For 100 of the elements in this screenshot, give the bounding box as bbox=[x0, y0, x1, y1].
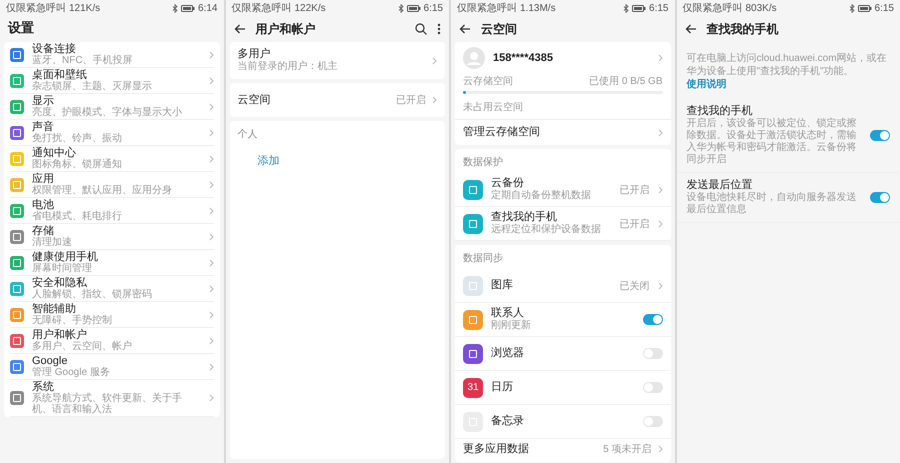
item-subtitle: 免打扰、铃声、振动 bbox=[32, 133, 123, 144]
item-subtitle: 远程定位和保护设备数据 bbox=[491, 224, 602, 236]
network-speed: 122K/s bbox=[294, 2, 326, 14]
item-status: 5 项未开启 bbox=[603, 442, 652, 456]
item-title: 设备连接 bbox=[32, 43, 77, 55]
search-icon[interactable] bbox=[415, 23, 427, 35]
item-subtitle: 定期自动备份整机数据 bbox=[491, 190, 592, 202]
screen-title: 查找我的手机 bbox=[706, 20, 778, 38]
settings-item[interactable]: 通知中心 图标角标、锁屏通知 bbox=[10, 146, 214, 172]
screen-title: 设置 bbox=[6, 19, 35, 37]
item-subtitle: 省电模式、耗电排行 bbox=[32, 211, 123, 222]
toggle-switch[interactable] bbox=[642, 416, 662, 427]
cloud-item[interactable]: 云空间 已开启 bbox=[230, 83, 445, 117]
item-subtitle: 刚刚更新 bbox=[491, 320, 532, 332]
settings-item[interactable]: 健康使用手机 屏幕时间管理 bbox=[10, 250, 214, 276]
clock-time: 6:15 bbox=[874, 2, 894, 14]
multi-user-item[interactable]: 多用户 当前登录的用户：机主 bbox=[230, 42, 445, 79]
chevron-icon bbox=[658, 282, 662, 290]
item-title: 云备份 bbox=[491, 177, 525, 190]
item-title: 查找我的手机 bbox=[491, 211, 558, 224]
clock-time: 6:15 bbox=[424, 2, 443, 14]
chevron-icon bbox=[658, 220, 662, 228]
sync-item[interactable]: 图库 已关闭 bbox=[455, 269, 670, 303]
settings-item[interactable]: 应用 权限管理、默认应用、应用分身 bbox=[10, 172, 214, 198]
storage-label: 云存储空间 bbox=[463, 76, 514, 88]
settings-item[interactable]: 设备连接 蓝牙、NFC、手机投屏 bbox=[10, 42, 214, 68]
item-title: 浏览器 bbox=[491, 347, 525, 360]
storage-legend: 未占用云空间 bbox=[463, 102, 523, 113]
settings-item[interactable]: 安全和隐私 人脸解锁、指纹、锁屏密码 bbox=[10, 276, 214, 302]
item-status: 已关闭 bbox=[620, 280, 650, 292]
avatar-icon bbox=[463, 47, 485, 69]
chevron-icon bbox=[658, 54, 662, 62]
item-subtitle: 蓝牙、NFC、手机投屏 bbox=[32, 55, 134, 66]
back-arrow-icon[interactable] bbox=[234, 24, 246, 34]
settings-item[interactable]: 显示 亮度、护眼模式、字体与显示大小 bbox=[10, 94, 214, 120]
item-title: 系统 bbox=[32, 381, 55, 393]
item-title: 用户和帐户 bbox=[32, 329, 87, 341]
item-subtitle: 人脸解锁、指纹、锁屏密码 bbox=[32, 289, 153, 300]
settings-item[interactable]: 系统 系统导航方式、软件更新、关于手机、语言和输入法 bbox=[10, 380, 214, 417]
item-title: 图库 bbox=[491, 279, 514, 292]
network-speed: 803K/s bbox=[746, 2, 777, 14]
settings-item[interactable]: 存储 清理加速 bbox=[10, 224, 214, 250]
storage-usage: 已使用 0 B/5 GB bbox=[589, 76, 662, 88]
item-status: 已开启 bbox=[620, 218, 650, 230]
item-title: 发送最后位置 bbox=[686, 179, 754, 192]
sync-item[interactable]: 31 日历 bbox=[455, 371, 670, 405]
toggle-switch[interactable] bbox=[642, 382, 662, 393]
toggle-switch[interactable] bbox=[642, 314, 662, 325]
chevron-icon bbox=[658, 445, 662, 453]
chevron-icon bbox=[208, 128, 214, 136]
toggle-switch[interactable] bbox=[642, 348, 662, 359]
settings-item[interactable]: 用户和帐户 多用户、云空间、帐户 bbox=[10, 328, 214, 354]
settings-item[interactable]: 智能辅助 无障碍、手势控制 bbox=[10, 302, 214, 328]
toggle-switch[interactable] bbox=[870, 130, 890, 141]
toggle-switch[interactable] bbox=[870, 192, 890, 203]
more-options-icon[interactable] bbox=[437, 23, 441, 35]
settings-item[interactable]: Google 管理 Google 服务 bbox=[10, 354, 214, 380]
protection-item[interactable]: 云备份 定期自动备份整机数据 已开启 bbox=[455, 173, 670, 207]
battery-icon bbox=[632, 4, 646, 12]
item-title: 声音 bbox=[32, 121, 54, 133]
settings-item[interactable]: 电池 省电模式、耗电排行 bbox=[10, 198, 214, 224]
item-title: 云空间 bbox=[238, 94, 272, 106]
chevron-icon bbox=[658, 186, 662, 194]
bluetooth-icon bbox=[172, 4, 178, 12]
item-description: 设备电池快耗尽时，自动向服务器发送最后位置信息 bbox=[686, 192, 858, 216]
chevron-icon bbox=[208, 102, 214, 110]
protection-item[interactable]: 查找我的手机 远程定位和保护设备数据 已开启 bbox=[455, 207, 670, 241]
item-subtitle: 图标角标、锁屏通知 bbox=[32, 159, 123, 170]
item-subtitle: 多用户、云空间、帐户 bbox=[32, 341, 133, 352]
battery-icon bbox=[181, 4, 196, 12]
back-arrow-icon[interactable] bbox=[459, 24, 471, 34]
chevron-icon bbox=[432, 96, 437, 104]
intro-text: 可在电脑上访问cloud.huawei.com网站，或在华为设备上使用"查找我的手机"功能。 bbox=[686, 53, 887, 77]
settings-item[interactable]: 桌面和壁纸 杂志锁屏、主题、灭屏显示 bbox=[10, 68, 214, 94]
item-title: 应用 bbox=[32, 173, 55, 185]
item-title: 存储 bbox=[32, 225, 54, 237]
chevron-icon bbox=[208, 258, 214, 266]
item-title: 备忘录 bbox=[491, 415, 525, 428]
screen-title: 用户和帐户 bbox=[256, 20, 316, 38]
item-title: 更多应用数据 bbox=[463, 442, 530, 456]
back-arrow-icon[interactable] bbox=[684, 24, 696, 34]
sync-item[interactable]: 浏览器 bbox=[455, 337, 670, 371]
settings-item[interactable]: 声音 免打扰、铃声、振动 bbox=[10, 120, 214, 146]
account-item[interactable]: 158****4385 bbox=[455, 42, 670, 74]
sync-item[interactable]: 联系人 刚刚更新 bbox=[455, 303, 670, 337]
section-heading: 数据同步 bbox=[462, 252, 504, 266]
item-title: 安全和隐私 bbox=[32, 277, 87, 289]
sync-item[interactable]: 备忘录 bbox=[455, 405, 670, 439]
item-subtitle: 当前登录的用户：机主 bbox=[238, 61, 338, 73]
bluetooth-icon bbox=[398, 4, 404, 12]
chevron-icon bbox=[208, 206, 214, 214]
chevron-icon bbox=[208, 76, 214, 84]
manage-storage-item[interactable]: 管理云存储空间 bbox=[455, 119, 670, 145]
item-title: 查找我的手机 bbox=[686, 105, 754, 118]
item-subtitle: 管理 Google 服务 bbox=[32, 367, 111, 378]
add-account-link[interactable]: 添加 bbox=[258, 153, 280, 168]
chevron-icon bbox=[208, 284, 214, 292]
item-status: 已开启 bbox=[620, 184, 650, 196]
item-title: 健康使用手机 bbox=[32, 251, 99, 263]
more-app-data-item[interactable]: 更多应用数据 5 项未开启 bbox=[455, 439, 670, 462]
